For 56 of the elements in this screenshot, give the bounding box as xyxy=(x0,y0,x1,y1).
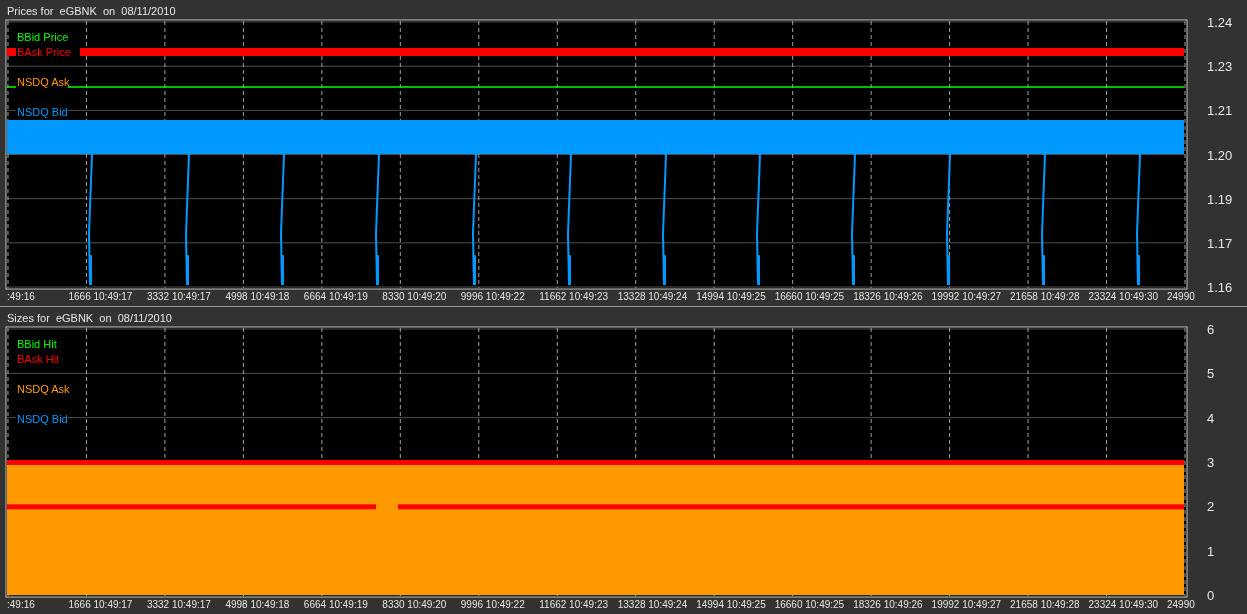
axis-label: 1.19 xyxy=(1207,191,1233,207)
axis-label: 4998 10:49:18 xyxy=(225,599,290,610)
axis-label: 0 xyxy=(1207,588,1215,603)
axis-label: 6664 10:49:19 xyxy=(303,599,368,610)
axis-label: 19992 10:49:27 xyxy=(931,291,1002,302)
axis-label: 13328 10:49:24 xyxy=(617,599,688,610)
axis-label: 1666 10:49:17 xyxy=(68,291,133,302)
legend-label: NSDQ Bid xyxy=(17,413,68,425)
axis-label: 24990 xyxy=(1167,291,1195,302)
axis-label: 1.21 xyxy=(1207,103,1233,119)
axis-label: 3332 10:49:17 xyxy=(146,291,211,302)
axis-label: 13328 10:49:24 xyxy=(617,291,688,302)
axis-label: 14994 10:49:25 xyxy=(696,291,766,302)
axis-label: 24990 xyxy=(1167,599,1195,610)
legend-label: BBid Hit xyxy=(17,338,57,350)
axis-label: 11662 10:49:23 xyxy=(539,599,609,610)
axis-label: :49:16 xyxy=(7,291,35,302)
axis-label: 21658 10:49:28 xyxy=(1010,291,1080,302)
legend-label: NSDQ Ask xyxy=(17,76,70,88)
axis-label: 1666 10:49:17 xyxy=(68,599,133,610)
axis-label: 1.16 xyxy=(1207,280,1233,295)
axis-label: 2 xyxy=(1207,499,1215,515)
axis-label: 16660 10:49:25 xyxy=(774,291,845,302)
axis-label: 14994 10:49:25 xyxy=(696,599,766,610)
axis-label: 1.23 xyxy=(1207,59,1233,75)
axis-label: 1 xyxy=(1207,543,1215,559)
axis-label: 1.17 xyxy=(1207,235,1233,251)
axis-label: 23324 10:49:30 xyxy=(1088,599,1159,610)
axis-label: 23324 10:49:30 xyxy=(1088,291,1159,302)
chart-title: Sizes for eGBNK on 08/11/2010 xyxy=(7,312,172,324)
axis-label: 18326 10:49:26 xyxy=(853,291,923,302)
legend-label: BAsk Price xyxy=(17,46,71,58)
axis-label: 5 xyxy=(1207,366,1215,382)
legend-label: NSDQ Ask xyxy=(17,383,70,395)
axis-label: 16660 10:49:25 xyxy=(774,599,845,610)
legend-label: BBid Price xyxy=(17,31,69,43)
legend-label: BAsk Hit xyxy=(17,353,60,365)
axis-label: 9996 10:49:22 xyxy=(460,599,525,610)
legend-label: NSDQ Bid xyxy=(17,106,68,118)
axis-label: 18326 10:49:26 xyxy=(853,599,923,610)
axis-label: 9996 10:49:22 xyxy=(460,291,525,302)
axis-label: 19992 10:49:27 xyxy=(931,599,1002,610)
axis-label: 8330 10:49:20 xyxy=(382,291,447,302)
axis-label: 21658 10:49:28 xyxy=(1010,599,1080,610)
axis-label: 3332 10:49:17 xyxy=(146,599,211,610)
axis-label: 1.24 xyxy=(1207,15,1233,30)
axis-label: 4 xyxy=(1207,410,1215,426)
axis-label: 3 xyxy=(1207,455,1215,470)
axis-label: 11662 10:49:23 xyxy=(539,291,609,302)
chart-title: Prices for eGBNK on 08/11/2010 xyxy=(7,5,176,17)
axis-label: 6 xyxy=(1207,322,1215,337)
axis-label: 1.20 xyxy=(1207,147,1233,163)
axis-label: 4998 10:49:18 xyxy=(225,291,290,302)
axis-label: 6664 10:49:19 xyxy=(303,291,368,302)
axis-label: 8330 10:49:20 xyxy=(382,599,447,610)
axis-label: :49:16 xyxy=(7,599,35,610)
